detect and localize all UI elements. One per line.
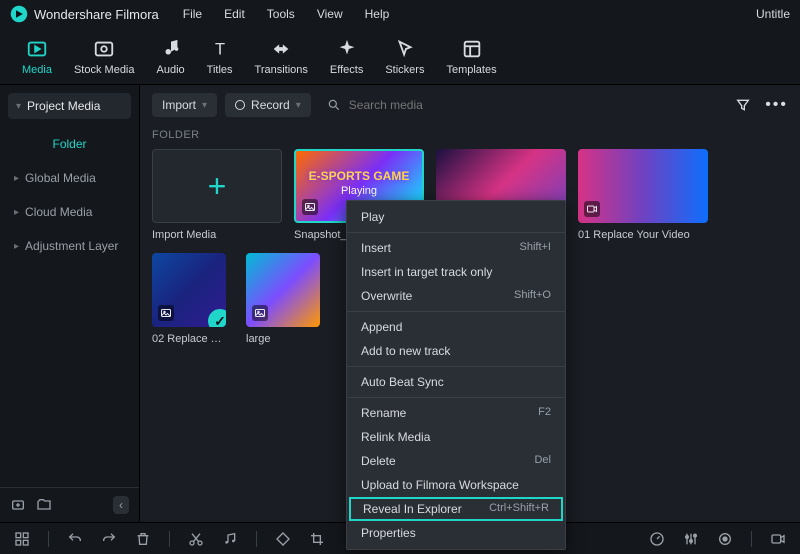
project-media-toggle[interactable]: ▾ Project Media [8, 93, 131, 119]
tool-transitions[interactable]: Transitions [255, 38, 308, 76]
check-icon: ✓ [208, 309, 226, 327]
media-card-large[interactable]: large [246, 253, 320, 345]
ctx-properties[interactable]: Properties [347, 521, 565, 545]
adjust-icon[interactable] [683, 531, 699, 547]
search-icon [327, 98, 341, 112]
app-name: Wondershare Filmora [34, 7, 159, 22]
ctx-delete[interactable]: DeleteDel [347, 449, 565, 473]
effects-icon [336, 38, 358, 60]
titles-icon: T [209, 38, 231, 60]
folder-header: FOLDER [140, 125, 800, 149]
tool-audio[interactable]: Audio [157, 38, 185, 76]
sidebar-adjustment-layer[interactable]: ▸Adjustment Layer [0, 229, 139, 263]
plus-icon: + [208, 168, 227, 205]
search-input[interactable] [349, 98, 549, 112]
media-card-replace-video[interactable]: 01 Replace Your Video [578, 149, 708, 241]
sidebar-footer: ‹ [0, 487, 139, 522]
ctx-add-track[interactable]: Add to new track [347, 339, 565, 363]
music-icon[interactable] [222, 531, 238, 547]
menu-bar: File Edit Tools View Help [183, 7, 390, 21]
separator [347, 232, 565, 233]
tool-media[interactable]: Media [22, 38, 52, 76]
import-card[interactable]: + Import Media [152, 149, 282, 241]
tool-titles[interactable]: T Titles [207, 38, 233, 76]
ctx-append[interactable]: Append [347, 315, 565, 339]
separator [347, 366, 565, 367]
redo-icon[interactable] [101, 531, 117, 547]
chevron-down-icon: ▾ [16, 101, 21, 112]
separator [751, 531, 752, 547]
ctx-insert-target[interactable]: Insert in target track only [347, 260, 565, 284]
tool-stickers[interactable]: Stickers [385, 38, 424, 76]
menu-edit[interactable]: Edit [224, 7, 245, 21]
ctx-relink[interactable]: Relink Media [347, 425, 565, 449]
doc-title: Untitle [756, 7, 790, 21]
chevron-right-icon: ▸ [14, 207, 19, 218]
media-card-replace-photo[interactable]: ✓ 02 Replace Your Photo [152, 253, 226, 345]
image-type-icon [302, 199, 318, 215]
titlebar: Wondershare Filmora File Edit Tools View… [0, 0, 800, 28]
transitions-icon [270, 38, 292, 60]
search-wrap [319, 98, 727, 112]
render-icon[interactable] [770, 531, 786, 547]
sidebar-collapse-icon[interactable]: ‹ [113, 496, 129, 514]
separator [48, 531, 49, 547]
stickers-icon [394, 38, 416, 60]
app-logo: Wondershare Filmora [10, 5, 159, 23]
ctx-reveal-explorer[interactable]: Reveal In ExplorerCtrl+Shift+R [349, 497, 563, 521]
stock-icon [93, 38, 115, 60]
undo-icon[interactable] [67, 531, 83, 547]
record-dropdown[interactable]: Record▾ [225, 93, 311, 117]
ctx-upload[interactable]: Upload to Filmora Workspace [347, 473, 565, 497]
chevron-right-icon: ▸ [14, 173, 19, 184]
new-folder-icon[interactable] [36, 497, 52, 513]
image-type-icon [158, 305, 174, 321]
speed-icon[interactable] [649, 531, 665, 547]
sidebar-cloud-media[interactable]: ▸Cloud Media [0, 195, 139, 229]
new-bin-icon[interactable] [10, 497, 26, 513]
tool-effects[interactable]: Effects [330, 38, 363, 76]
layout-icon[interactable] [14, 531, 30, 547]
separator [169, 531, 170, 547]
video-type-icon [584, 201, 600, 217]
context-menu: Play InsertShift+I Insert in target trac… [346, 200, 566, 550]
menu-view[interactable]: View [317, 7, 343, 21]
ctx-insert[interactable]: InsertShift+I [347, 236, 565, 260]
tool-templates[interactable]: Templates [446, 38, 496, 76]
separator [347, 397, 565, 398]
record-icon [235, 100, 245, 110]
menu-help[interactable]: Help [365, 7, 390, 21]
chevron-down-icon: ▾ [202, 100, 207, 111]
delete-icon[interactable] [135, 531, 151, 547]
ctx-autobeat[interactable]: Auto Beat Sync [347, 370, 565, 394]
tool-stock-media[interactable]: Stock Media [74, 38, 135, 76]
record-icon[interactable] [717, 531, 733, 547]
cut-icon[interactable] [188, 531, 204, 547]
svg-text:T: T [215, 41, 225, 59]
sidebar-folder[interactable]: Folder [0, 127, 139, 161]
chevron-right-icon: ▸ [14, 241, 19, 252]
media-icon [26, 38, 48, 60]
chevron-down-icon: ▾ [296, 100, 301, 111]
tag-icon[interactable] [275, 531, 291, 547]
templates-icon [461, 38, 483, 60]
filter-icon[interactable] [735, 97, 751, 113]
ctx-play[interactable]: Play [347, 205, 565, 229]
filmora-logo-icon [10, 5, 28, 23]
separator [347, 311, 565, 312]
more-icon[interactable]: ••• [765, 96, 788, 114]
content-toolbar: Import▾ Record▾ ••• [140, 85, 800, 125]
import-dropdown[interactable]: Import▾ [152, 93, 217, 117]
menu-file[interactable]: File [183, 7, 202, 21]
crop-icon[interactable] [309, 531, 325, 547]
sidebar-global-media[interactable]: ▸Global Media [0, 161, 139, 195]
audio-icon [160, 38, 182, 60]
ctx-rename[interactable]: RenameF2 [347, 401, 565, 425]
separator [256, 531, 257, 547]
sidebar: ▾ Project Media Folder ▸Global Media ▸Cl… [0, 85, 140, 522]
menu-tools[interactable]: Tools [267, 7, 295, 21]
image-type-icon [252, 305, 268, 321]
ctx-overwrite[interactable]: OverwriteShift+O [347, 284, 565, 308]
ribbon-toolbar: Media Stock Media Audio T Titles Transit… [0, 28, 800, 85]
